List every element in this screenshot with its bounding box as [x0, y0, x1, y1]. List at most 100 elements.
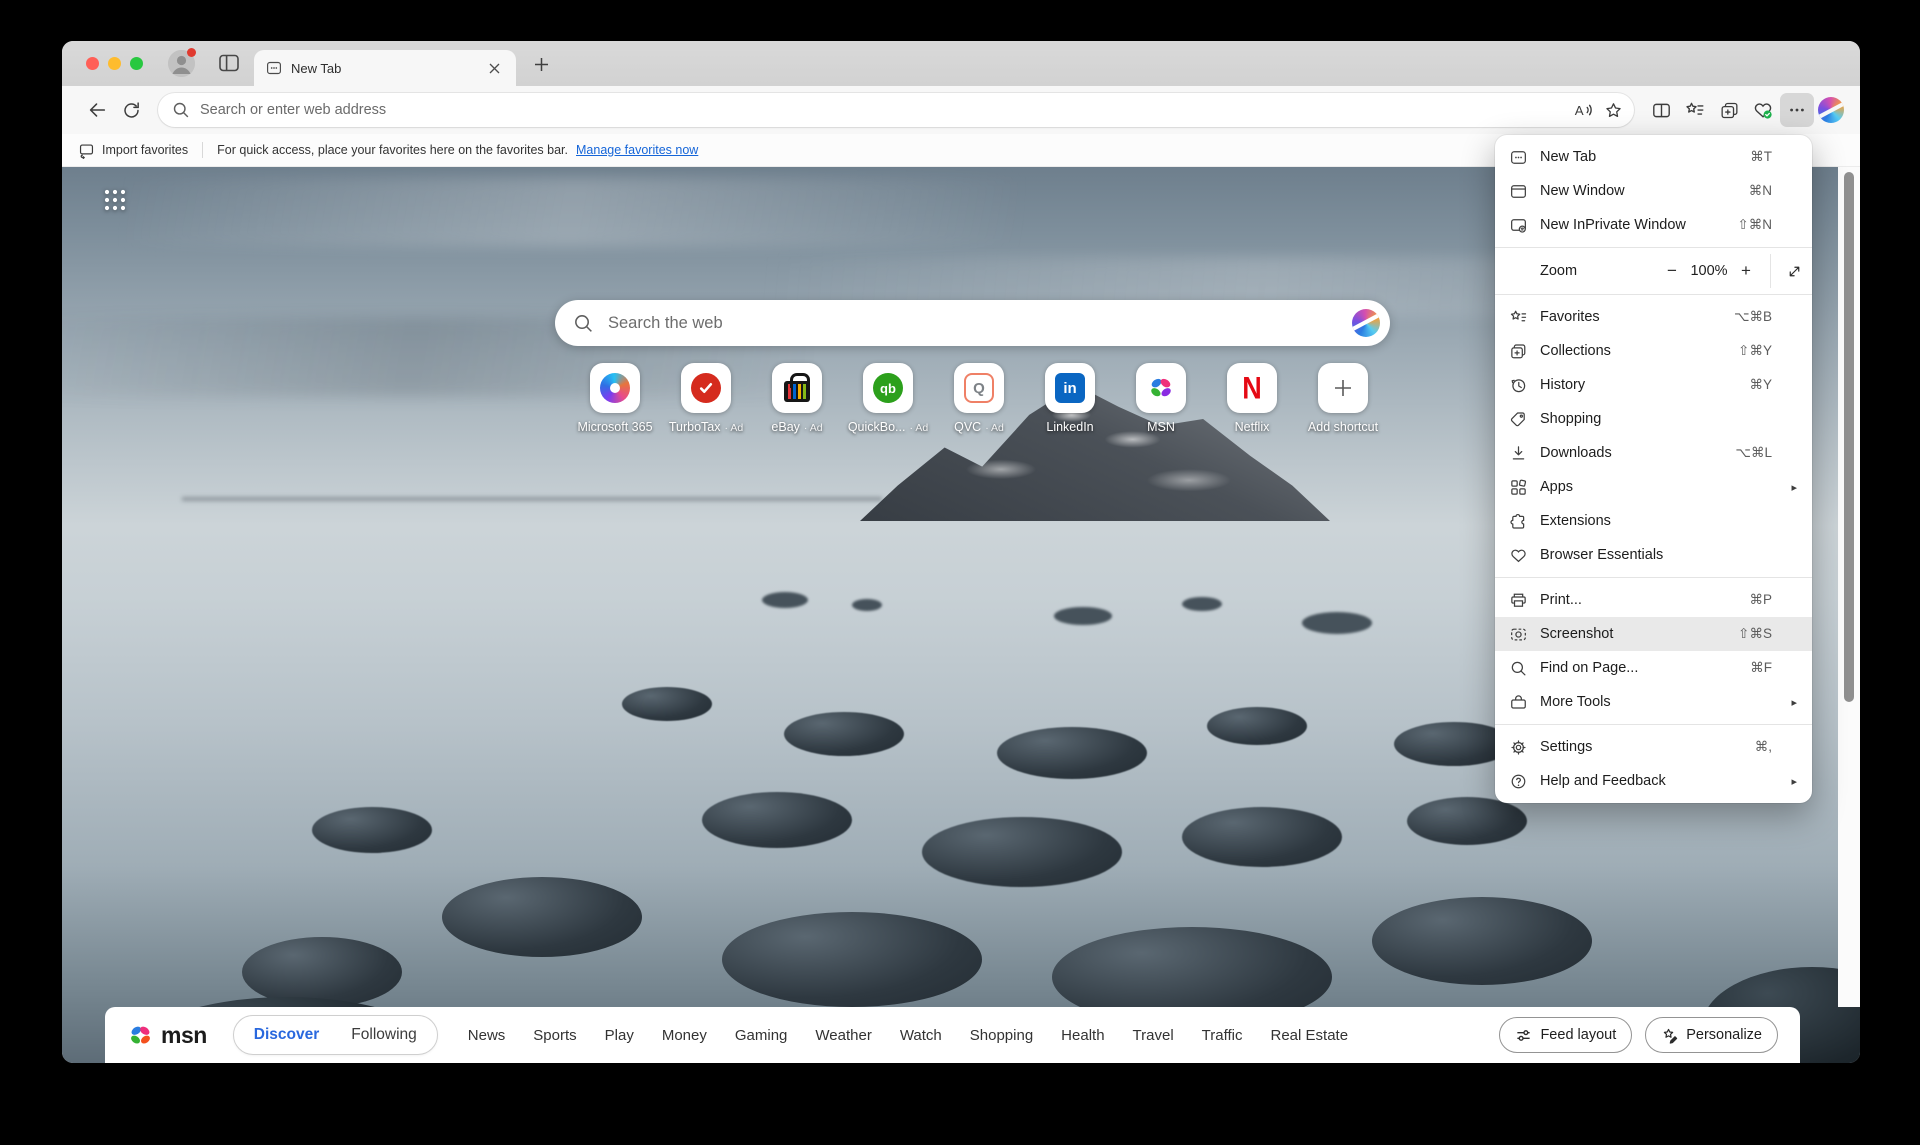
- add-shortcut-button[interactable]: Add shortcut: [1318, 363, 1368, 413]
- menu-item-collections[interactable]: Collections ⇧⌘Y: [1495, 334, 1812, 368]
- star-icon: [1603, 100, 1624, 121]
- menu-item-shortcut: ⇧⌘Y: [1738, 343, 1772, 359]
- menu-item-new-window[interactable]: New Window ⌘N: [1495, 174, 1812, 208]
- new-tab-button[interactable]: [528, 54, 554, 74]
- shortcut-turbotax[interactable]: TurboTax· Ad: [681, 363, 731, 413]
- menu-item-label: Extensions: [1540, 513, 1772, 529]
- scrollbar-thumb[interactable]: [1844, 172, 1854, 702]
- menu-item-new-tab[interactable]: New Tab ⌘T: [1495, 140, 1812, 174]
- back-button[interactable]: [80, 93, 114, 127]
- menu-item-history[interactable]: History ⌘Y: [1495, 368, 1812, 402]
- favorite-this-page-button[interactable]: [1598, 95, 1628, 125]
- feed-layout-button[interactable]: Feed layout: [1499, 1017, 1632, 1053]
- fullscreen-button[interactable]: [1780, 258, 1808, 284]
- minimize-window-button[interactable]: [108, 57, 121, 70]
- downloads-icon: [1508, 443, 1528, 463]
- nav-weather[interactable]: Weather: [815, 1027, 871, 1044]
- zoom-in-button[interactable]: +: [1733, 258, 1759, 284]
- nav-travel[interactable]: Travel: [1133, 1027, 1174, 1044]
- zoom-controls: − 100% +: [1659, 254, 1812, 288]
- nav-traffic[interactable]: Traffic: [1202, 1027, 1243, 1044]
- more-tools-icon: [1508, 692, 1528, 712]
- nav-gaming[interactable]: Gaming: [735, 1027, 788, 1044]
- read-aloud-button[interactable]: A: [1568, 95, 1598, 125]
- shortcut-linkedin[interactable]: in LinkedIn: [1045, 363, 1095, 413]
- import-favorites-button[interactable]: Import favorites: [102, 143, 188, 157]
- nav-shopping[interactable]: Shopping: [970, 1027, 1033, 1044]
- menu-item-shortcut: ⌘N: [1749, 183, 1772, 199]
- menu-item-apps[interactable]: Apps ▸: [1495, 470, 1812, 504]
- sliders-icon: [1515, 1027, 1532, 1044]
- zoom-window-button[interactable]: [130, 57, 143, 70]
- menu-item-help-and-feedback[interactable]: Help and Feedback ▸: [1495, 764, 1812, 798]
- address-bar[interactable]: A: [158, 93, 1634, 127]
- extensions-icon: [1508, 511, 1528, 531]
- copilot-icon: [1818, 97, 1844, 123]
- shortcut-qvc[interactable]: Q QVC· Ad: [954, 363, 1004, 413]
- shortcut-ebay[interactable]: eBay· Ad: [772, 363, 822, 413]
- browser-essentials-icon: [1752, 99, 1774, 121]
- menu-item-print[interactable]: Print... ⌘P: [1495, 583, 1812, 617]
- nav-health[interactable]: Health: [1061, 1027, 1104, 1044]
- browser-essentials-button[interactable]: [1746, 93, 1780, 127]
- profile-avatar[interactable]: [168, 50, 195, 77]
- tab-discover[interactable]: Discover: [238, 1026, 335, 1044]
- shortcut-netflix[interactable]: N Netflix: [1227, 363, 1277, 413]
- traffic-lights: [86, 57, 143, 70]
- menu-item-label: Help and Feedback: [1540, 773, 1798, 789]
- zoom-out-button[interactable]: −: [1659, 258, 1685, 284]
- divider: [202, 142, 203, 158]
- split-screen-button[interactable]: [1644, 93, 1678, 127]
- copilot-icon[interactable]: [1352, 309, 1380, 337]
- divider: [1770, 254, 1771, 288]
- web-search-bar[interactable]: [555, 300, 1390, 346]
- tab-switcher-icon[interactable]: [218, 53, 240, 73]
- favorites-bar-message: For quick access, place your favorites h…: [217, 143, 568, 157]
- menu-item-browser-essentials[interactable]: Browser Essentials: [1495, 538, 1812, 572]
- app-launcher-button[interactable]: [102, 187, 128, 213]
- menu-item-new-inprivate-window[interactable]: New InPrivate Window ⇧⌘N: [1495, 208, 1812, 242]
- collections-button[interactable]: [1712, 93, 1746, 127]
- shortcut-quickbooks[interactable]: qb QuickBo...· Ad: [863, 363, 913, 413]
- nav-news[interactable]: News: [468, 1027, 506, 1044]
- menu-separator: [1495, 294, 1812, 295]
- msn-logo[interactable]: msn: [127, 1022, 207, 1049]
- shortcut-microsoft-365[interactable]: Microsoft 365: [590, 363, 640, 413]
- menu-item-more-tools[interactable]: More Tools ▸: [1495, 685, 1812, 719]
- copilot-button[interactable]: [1814, 93, 1848, 127]
- tab-following[interactable]: Following: [335, 1026, 432, 1044]
- settings-and-more-menu: New Tab ⌘T New Window ⌘N New InPrivate W…: [1495, 135, 1812, 803]
- address-input[interactable]: [198, 101, 1568, 119]
- personalize-button[interactable]: Personalize: [1645, 1017, 1778, 1053]
- shortcut-msn[interactable]: MSN: [1136, 363, 1186, 413]
- nav-sports[interactable]: Sports: [533, 1027, 576, 1044]
- menu-item-favorites[interactable]: Favorites ⌥⌘B: [1495, 300, 1812, 334]
- web-search-input[interactable]: [606, 313, 1352, 334]
- menu-item-shortcut: ⌘T: [1750, 149, 1772, 165]
- menu-item-downloads[interactable]: Downloads ⌥⌘L: [1495, 436, 1812, 470]
- nav-real-estate[interactable]: Real Estate: [1271, 1027, 1349, 1044]
- shortcut-grid: Microsoft 365 TurboTax· Ad eBay· Ad qb: [590, 363, 1368, 413]
- shortcut-label: Add shortcut: [1308, 420, 1378, 434]
- menu-item-shopping[interactable]: Shopping: [1495, 402, 1812, 436]
- shortcut-label: eBay: [771, 420, 800, 434]
- nav-watch[interactable]: Watch: [900, 1027, 942, 1044]
- manage-favorites-link[interactable]: Manage favorites now: [576, 143, 698, 157]
- notification-dot: [187, 48, 196, 57]
- tab-close-icon[interactable]: [484, 58, 504, 78]
- nav-play[interactable]: Play: [605, 1027, 634, 1044]
- nav-money[interactable]: Money: [662, 1027, 707, 1044]
- menu-item-extensions[interactable]: Extensions: [1495, 504, 1812, 538]
- tab-new-tab[interactable]: New Tab: [254, 50, 516, 86]
- collections-icon: [1719, 100, 1740, 121]
- help-icon: [1508, 771, 1528, 791]
- close-window-button[interactable]: [86, 57, 99, 70]
- shortcut-label: TurboTax: [669, 420, 721, 434]
- favorites-button[interactable]: [1678, 93, 1712, 127]
- settings-and-more-button[interactable]: [1780, 93, 1814, 127]
- reload-button[interactable]: [114, 93, 148, 127]
- menu-item-find-on-page[interactable]: Find on Page... ⌘F: [1495, 651, 1812, 685]
- menu-item-label: Settings: [1540, 739, 1755, 755]
- menu-item-screenshot[interactable]: Screenshot ⇧⌘S: [1495, 617, 1812, 651]
- menu-item-settings[interactable]: Settings ⌘,: [1495, 730, 1812, 764]
